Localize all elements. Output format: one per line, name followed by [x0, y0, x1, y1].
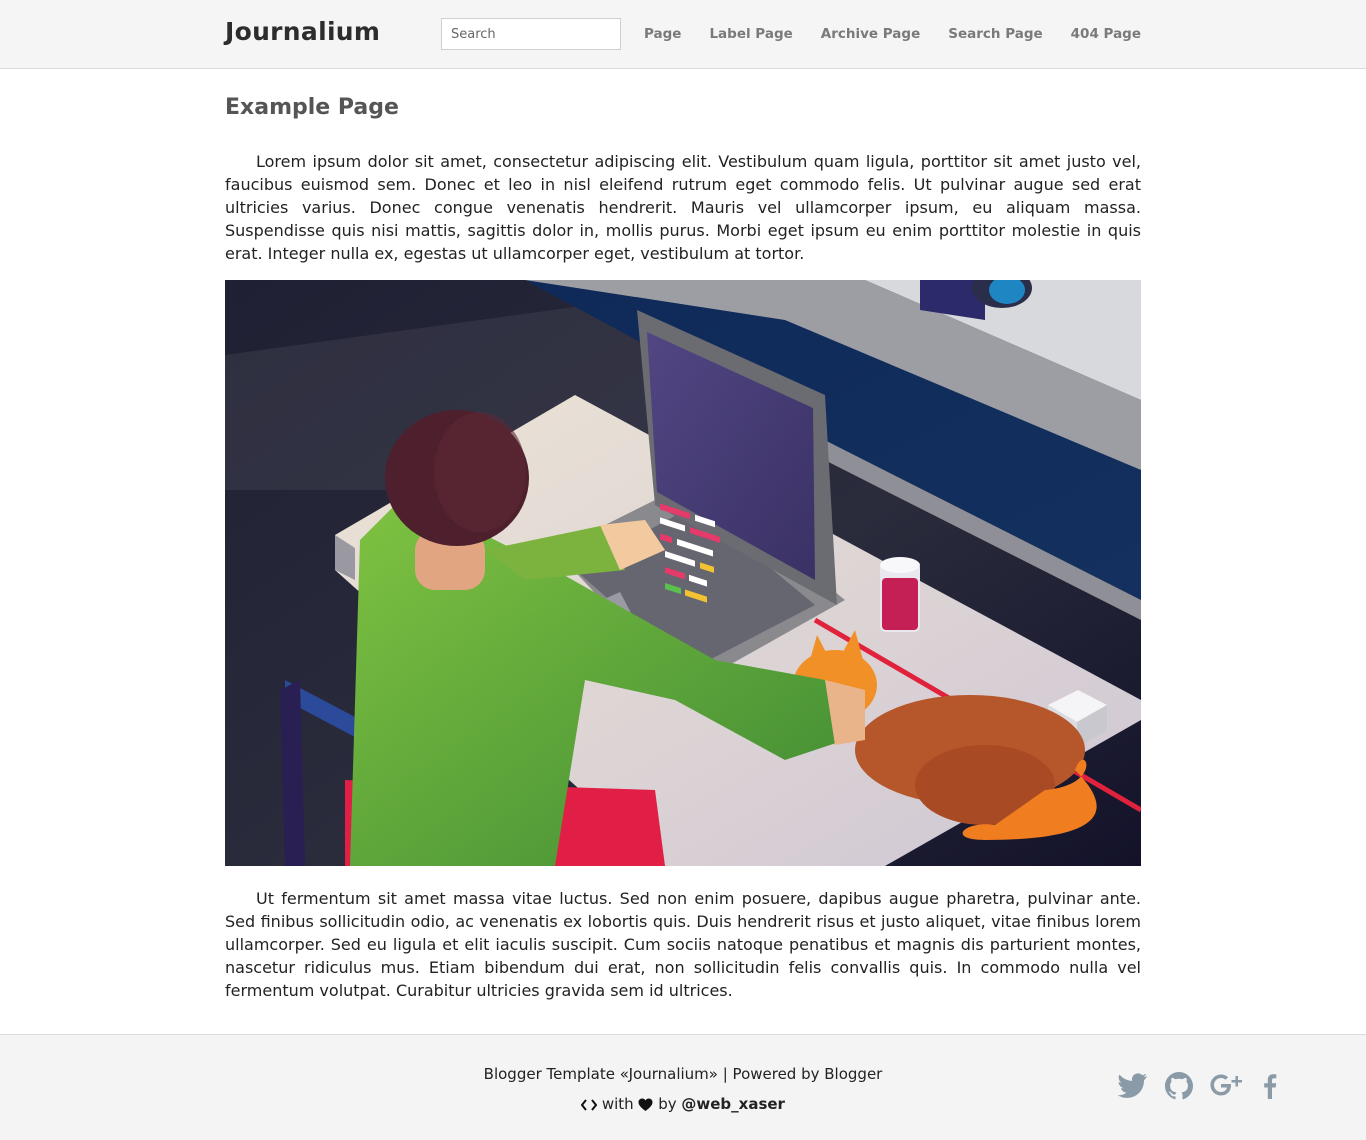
site-logo[interactable]: Journalium [225, 17, 380, 46]
site-footer: Blogger Template «Journalium» | Powered … [0, 1034, 1366, 1140]
body-paragraph: Lorem ipsum dolor sit amet, consectetur … [225, 152, 1141, 263]
nav-link-search-page[interactable]: Search Page [948, 26, 1042, 42]
google-plus-icon[interactable] [1210, 1072, 1244, 1100]
github-icon[interactable] [1164, 1071, 1194, 1101]
author-link[interactable]: @web_xaser [681, 1095, 785, 1113]
nav-link-label-page[interactable]: Label Page [709, 26, 792, 42]
heart-icon [638, 1098, 653, 1111]
nav-link-404-page[interactable]: 404 Page [1071, 26, 1141, 42]
nav-link-page[interactable]: Page [644, 26, 681, 42]
social-links [1116, 1071, 1278, 1101]
twitter-icon[interactable] [1116, 1073, 1148, 1099]
article-illustration [225, 280, 1141, 866]
facebook-icon[interactable] [1260, 1072, 1278, 1100]
by-text: by [658, 1095, 677, 1113]
body-paragraph: Ut fermentum sit amet massa vitae luctus… [225, 889, 1141, 1000]
nav-link-archive-page[interactable]: Archive Page [821, 26, 920, 42]
code-icon [581, 1098, 598, 1111]
main-nav: Page Label Page Archive Page Search Page… [616, 26, 1141, 42]
page-title: Example Page [225, 95, 399, 120]
main-content: Example Page Lorem ipsum dolor sit amet,… [225, 69, 1141, 1002]
with-text: with [601, 1095, 634, 1113]
top-navbar: Journalium Page Label Page Archive Page … [0, 0, 1366, 69]
search-input[interactable] [441, 18, 621, 50]
